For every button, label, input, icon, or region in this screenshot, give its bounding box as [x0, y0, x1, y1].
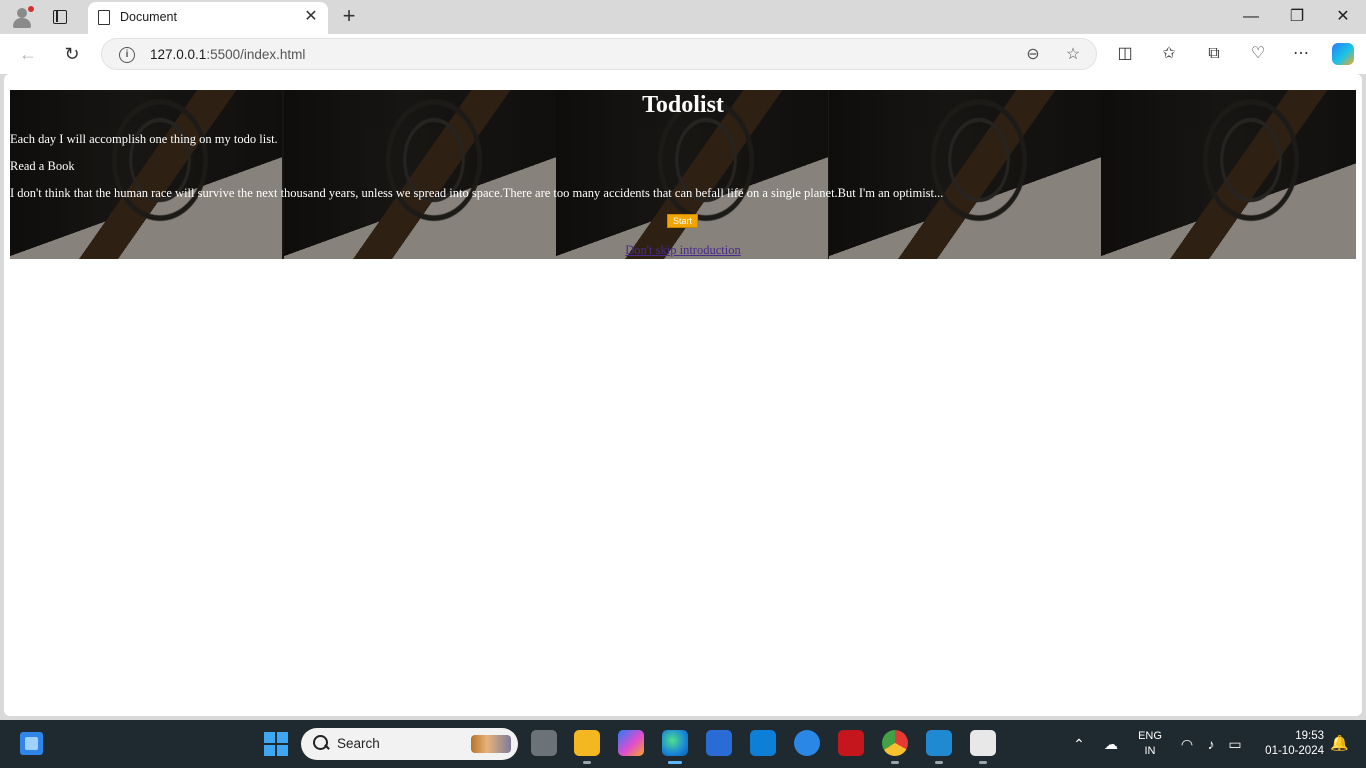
refresh-icon[interactable]: ↻ [60, 42, 84, 66]
collections-icon[interactable]: ⧉ [1203, 43, 1225, 65]
new-tab-icon[interactable]: + [339, 5, 359, 27]
minimize-icon[interactable]: — [1237, 6, 1265, 28]
search-icon [313, 735, 329, 751]
microsoft-store-icon[interactable] [706, 730, 732, 756]
url-path: :5500/index.html [206, 47, 306, 62]
date-text: 01-10-2024 [1265, 745, 1324, 757]
edge-icon[interactable] [662, 730, 688, 764]
clock[interactable]: 19:53 01-10-2024 [1254, 729, 1324, 759]
favorites-icon[interactable]: ✩ [1158, 43, 1180, 65]
region-code: IN [1144, 745, 1156, 757]
address-bar[interactable]: i 127.0.0.1:5500/index.html ⊖ ☆ [101, 38, 1097, 70]
restore-icon[interactable]: ❐ [1283, 6, 1311, 28]
site-info-icon[interactable]: i [119, 47, 135, 63]
close-window-icon[interactable]: ✕ [1329, 6, 1357, 28]
skip-introduction-link[interactable]: Don't skip introduction [10, 243, 1356, 258]
more-menu-icon[interactable]: ⋯ [1290, 43, 1312, 65]
favorite-star-icon[interactable]: ☆ [1063, 45, 1083, 65]
mcafee-icon[interactable] [838, 730, 864, 756]
taskbar-search[interactable]: Search [301, 728, 518, 760]
copilot-app-icon[interactable] [618, 730, 644, 756]
snipping-tool-icon[interactable] [970, 730, 996, 764]
wifi-icon[interactable]: ◠ [1176, 732, 1198, 756]
task-text: Read a Book [10, 159, 75, 173]
browser-tab-strip: Document ✕ + — ❐ ✕ [0, 0, 1366, 34]
language-code: ENG [1138, 730, 1162, 742]
myhp-icon[interactable] [750, 730, 776, 756]
profile-avatar-icon[interactable] [10, 5, 34, 29]
tab-document[interactable]: Document ✕ [88, 2, 328, 34]
back-icon[interactable]: ← [16, 42, 40, 66]
chevron-up-icon[interactable]: ⌃ [1068, 732, 1090, 756]
url-text[interactable]: 127.0.0.1:5500/index.html [150, 47, 305, 62]
hero-banner: Todolist Each day I will accomplish one … [10, 90, 1356, 259]
start-button[interactable]: Start [667, 214, 698, 228]
browser-toolbar: ← ↻ i 127.0.0.1:5500/index.html ⊖ ☆ ◫ ✩ … [0, 34, 1366, 74]
page-viewport: Todolist Each day I will accomplish one … [4, 74, 1362, 716]
onedrive-icon[interactable]: ☁ [1100, 732, 1122, 756]
zoom-out-icon[interactable]: ⊖ [1023, 45, 1043, 65]
split-screen-icon[interactable]: ◫ [1114, 43, 1136, 65]
tab-actions-icon[interactable] [50, 7, 70, 27]
tab-title: Document [120, 10, 177, 24]
windows-start-icon[interactable] [264, 732, 288, 756]
quote-text: I don't think that the human race will s… [10, 186, 944, 200]
search-placeholder: Search [337, 736, 380, 751]
copilot-icon[interactable] [1332, 43, 1354, 65]
intro-text: Each day I will accomplish one thing on … [10, 132, 278, 146]
hero-content: Todolist Each day I will accomplish one … [10, 90, 1356, 259]
battery-icon[interactable]: ▭ [1224, 732, 1246, 756]
widgets-icon[interactable] [20, 732, 43, 755]
page-icon [98, 10, 110, 25]
browser-essentials-icon[interactable]: ♡ [1247, 43, 1269, 65]
time-text: 19:53 [1295, 730, 1324, 742]
get-help-icon[interactable] [794, 730, 820, 756]
task-view-icon[interactable] [531, 730, 557, 756]
search-highlight-icon [471, 735, 511, 753]
url-host: 127.0.0.1 [150, 47, 207, 62]
file-explorer-icon[interactable] [574, 730, 600, 764]
page-title: Todolist [642, 92, 724, 118]
close-tab-icon[interactable]: ✕ [302, 8, 320, 26]
taskbar: Search ⌃ ☁ ENG IN ◠ ♪ ▭ 19:53 01-10-2024… [0, 720, 1366, 768]
vscode-icon[interactable] [926, 730, 952, 764]
chrome-icon[interactable] [882, 730, 908, 764]
volume-icon[interactable]: ♪ [1200, 732, 1222, 756]
language-indicator[interactable]: ENG IN [1134, 729, 1166, 759]
notification-bell-icon[interactable]: 🔔 [1330, 734, 1349, 754]
